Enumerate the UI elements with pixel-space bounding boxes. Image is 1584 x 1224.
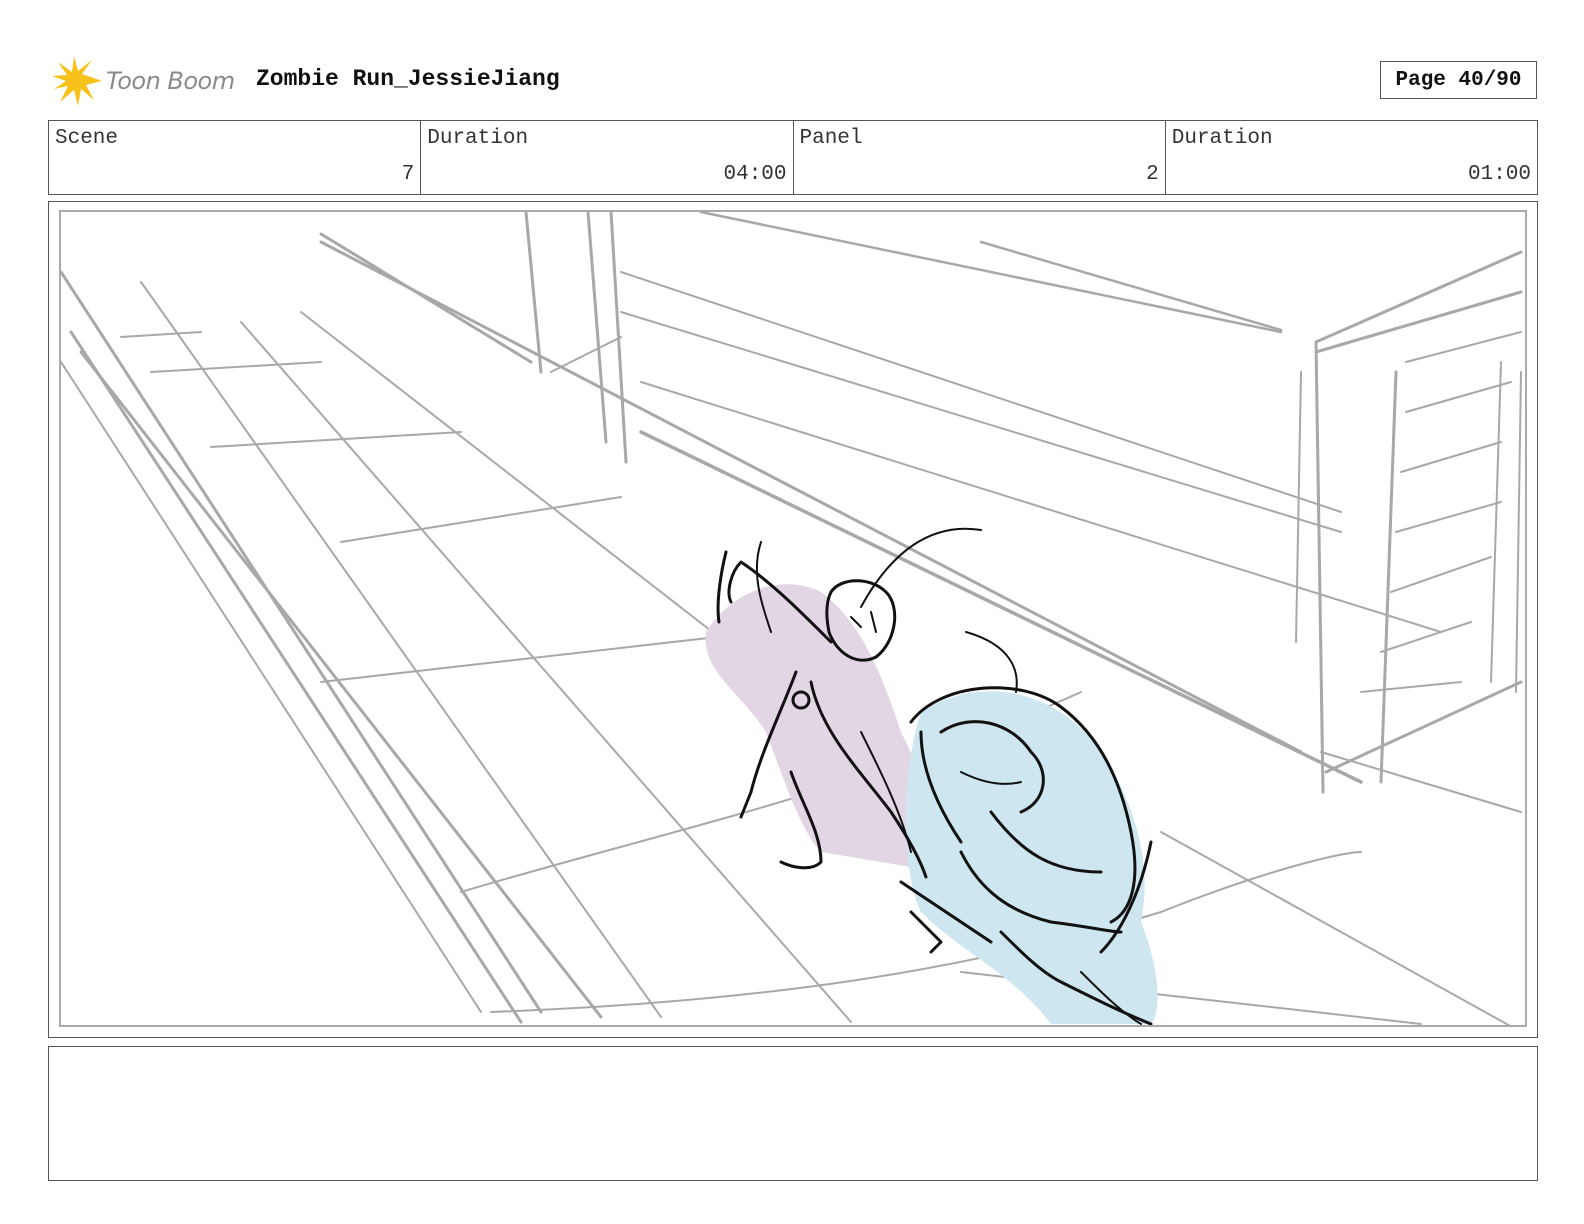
storyboard-image bbox=[59, 210, 1527, 1027]
page-indicator: Page 40/90 bbox=[1380, 61, 1537, 99]
panel-duration-value: 01:00 bbox=[1467, 163, 1531, 186]
scene-duration-label: Duration bbox=[427, 127, 529, 150]
scene-value: 7 bbox=[401, 163, 415, 186]
toon-boom-logo: Toon Boom bbox=[52, 56, 242, 106]
sketch-drawing bbox=[61, 212, 1523, 1025]
scene-info-table: Scene 7 Duration 04:00 Panel 2 Duration … bbox=[48, 120, 1538, 195]
panel-label: Panel bbox=[799, 127, 863, 150]
panel-duration-label: Duration bbox=[1171, 127, 1273, 150]
notes-box bbox=[48, 1046, 1538, 1181]
logo-burst-icon bbox=[52, 56, 102, 106]
panel-value: 2 bbox=[1146, 163, 1159, 186]
blue-character-fill bbox=[906, 691, 1158, 1024]
panel-duration-cell: Duration 01:00 bbox=[1166, 121, 1537, 194]
scene-cell: Scene 7 bbox=[49, 121, 422, 194]
scene-duration-value: 04:00 bbox=[723, 163, 787, 186]
storyboard-panel-frame bbox=[48, 201, 1538, 1038]
project-title: Zombie Run_JessieJiang bbox=[256, 66, 560, 92]
scene-label: Scene bbox=[55, 127, 119, 150]
scene-duration-cell: Duration 04:00 bbox=[421, 121, 794, 194]
logo-text: Toon Boom bbox=[106, 67, 235, 95]
pink-character-fill bbox=[705, 584, 941, 872]
panel-cell: Panel 2 bbox=[794, 121, 1166, 194]
